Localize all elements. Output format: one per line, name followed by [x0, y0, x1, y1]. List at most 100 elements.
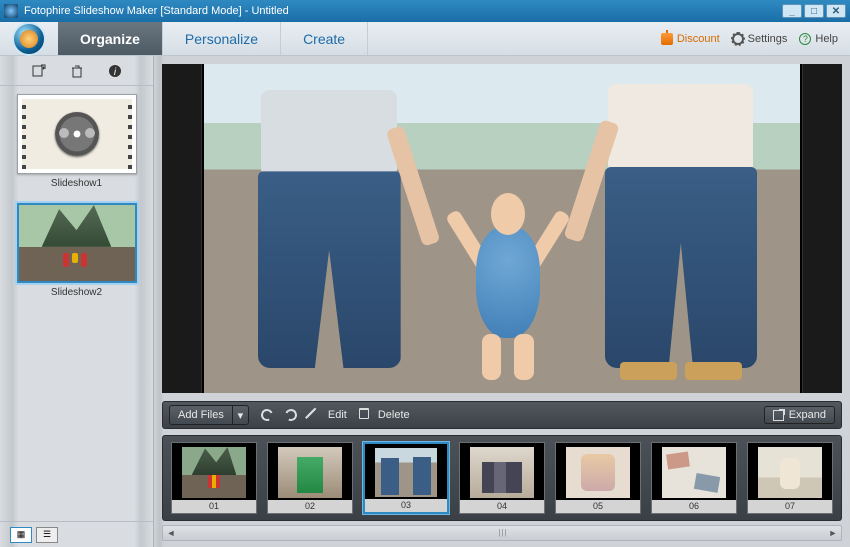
- help-button[interactable]: ? Help: [799, 33, 838, 45]
- gift-icon: [661, 33, 673, 45]
- discount-button[interactable]: Discount: [661, 33, 720, 45]
- thumbnail-number: 07: [748, 500, 832, 513]
- header-tools: Discount Settings ? Help: [661, 22, 850, 55]
- thumbnail-image: [662, 447, 726, 498]
- thumbnail-image: [758, 447, 822, 498]
- gear-icon: [732, 33, 744, 45]
- thumbnail-05[interactable]: 05: [555, 442, 641, 514]
- new-slideshow-icon: [31, 63, 47, 79]
- thumbnail-image: [470, 447, 534, 498]
- thumbnail-number: 03: [365, 499, 447, 512]
- trash-icon: [359, 408, 373, 422]
- rotate-right-icon: [283, 407, 298, 422]
- preview-wrap: [154, 56, 850, 401]
- thumbnail-strip[interactable]: 01 02 03 04 05: [162, 435, 842, 521]
- chevron-down-icon: ▾: [238, 409, 244, 422]
- tab-create[interactable]: Create: [281, 22, 368, 55]
- figure-adult-right: [585, 84, 776, 380]
- preview-viewport[interactable]: [162, 64, 842, 393]
- maximize-button[interactable]: □: [804, 4, 824, 18]
- thumbnail-number: 05: [556, 500, 640, 513]
- figure-child: [454, 189, 561, 380]
- help-icon: ?: [799, 33, 811, 45]
- thumbnail-06[interactable]: 06: [651, 442, 737, 514]
- slideshow-thumb: [17, 203, 137, 283]
- pencil-icon: [309, 408, 323, 422]
- thumbnail-number: 02: [268, 500, 352, 513]
- thumbnail-01[interactable]: 01: [171, 442, 257, 514]
- scroll-right-button[interactable]: ►: [825, 528, 841, 538]
- rotate-right-button[interactable]: [285, 409, 297, 421]
- add-files-dropdown[interactable]: ▾: [232, 406, 248, 424]
- figure-adult-left: [240, 90, 419, 380]
- view-list-button[interactable]: ☰: [36, 527, 58, 543]
- letterbox-left: [162, 64, 202, 393]
- discount-label: Discount: [677, 33, 720, 45]
- sidebar: i Slideshow1 Slideshow2 ▦: [0, 56, 154, 547]
- thumbnail-image: [278, 447, 342, 498]
- info-icon: i: [108, 64, 122, 78]
- window-title: Fotophire Slideshow Maker [Standard Mode…: [24, 5, 780, 17]
- app-icon: [4, 4, 18, 18]
- delete-button[interactable]: Delete: [359, 408, 410, 422]
- thumbnail-image: [566, 447, 630, 498]
- delete-slideshow-button[interactable]: [69, 63, 85, 79]
- rotate-left-button[interactable]: [261, 409, 273, 421]
- settings-button[interactable]: Settings: [732, 33, 788, 45]
- slideshow-item-2[interactable]: Slideshow2: [12, 203, 141, 298]
- slideshow-label: Slideshow2: [12, 287, 141, 298]
- rotate-left-icon: [259, 407, 274, 422]
- film-reel-icon: [55, 112, 99, 156]
- sidebar-tools: i: [0, 56, 153, 86]
- edit-label: Edit: [328, 409, 347, 421]
- letterbox-right: [802, 64, 842, 393]
- thumbnail-number: 04: [460, 500, 544, 513]
- info-button[interactable]: i: [107, 63, 123, 79]
- thumbnail-image: [375, 448, 437, 497]
- expand-button[interactable]: Expand: [764, 406, 835, 424]
- thumbnail-number: 01: [172, 500, 256, 513]
- slideshow-label: Slideshow1: [12, 178, 141, 189]
- view-toggle: ▦ ☰: [0, 521, 153, 547]
- thumbnail-02[interactable]: 02: [267, 442, 353, 514]
- slideshow-item-1[interactable]: Slideshow1: [12, 94, 141, 189]
- minimize-button[interactable]: _: [782, 4, 802, 18]
- add-files-split-button: Add Files ▾: [169, 405, 249, 425]
- scroll-left-button[interactable]: ◄: [163, 528, 179, 538]
- settings-label: Settings: [748, 33, 788, 45]
- main-area: Add Files ▾ Edit Delete: [154, 56, 850, 547]
- expand-label: Expand: [789, 409, 826, 421]
- thumbnail-image: [182, 447, 246, 498]
- main-tabs: Organize Personalize Create Discount Set…: [0, 22, 850, 56]
- close-button[interactable]: ✕: [826, 4, 846, 18]
- thumbnail-04[interactable]: 04: [459, 442, 545, 514]
- tab-create-label: Create: [303, 31, 345, 47]
- tab-personalize-label: Personalize: [185, 31, 258, 47]
- slideshow-thumb: [17, 94, 137, 174]
- app-logo-slot: [0, 22, 58, 55]
- horizontal-scrollbar[interactable]: ◄ ||| ►: [162, 525, 842, 541]
- tab-personalize[interactable]: Personalize: [163, 22, 281, 55]
- trash-icon: [70, 64, 84, 78]
- preview-image: [204, 64, 800, 393]
- app-logo-icon: [12, 22, 46, 56]
- new-slideshow-button[interactable]: [31, 63, 47, 79]
- slideshow-list: Slideshow1 Slideshow2: [0, 86, 153, 521]
- thumbnail-03[interactable]: 03: [363, 442, 449, 514]
- edit-button[interactable]: Edit: [309, 408, 347, 422]
- thumbnail-number: 06: [652, 500, 736, 513]
- expand-icon: [773, 410, 784, 421]
- tab-organize-label: Organize: [80, 31, 140, 47]
- title-bar: Fotophire Slideshow Maker [Standard Mode…: [0, 0, 850, 22]
- thumbnail-07[interactable]: 07: [747, 442, 833, 514]
- add-files-button[interactable]: Add Files: [170, 406, 232, 424]
- view-grid-button[interactable]: ▦: [10, 527, 32, 543]
- delete-label: Delete: [378, 409, 410, 421]
- thumbnail-strip-wrap: 01 02 03 04 05: [154, 429, 850, 523]
- scroll-grip-icon: |||: [489, 528, 517, 538]
- scroll-track[interactable]: |||: [179, 526, 825, 540]
- help-label: Help: [815, 33, 838, 45]
- action-bar: Add Files ▾ Edit Delete: [162, 401, 842, 429]
- add-files-label: Add Files: [178, 409, 224, 421]
- tab-organize[interactable]: Organize: [58, 22, 163, 55]
